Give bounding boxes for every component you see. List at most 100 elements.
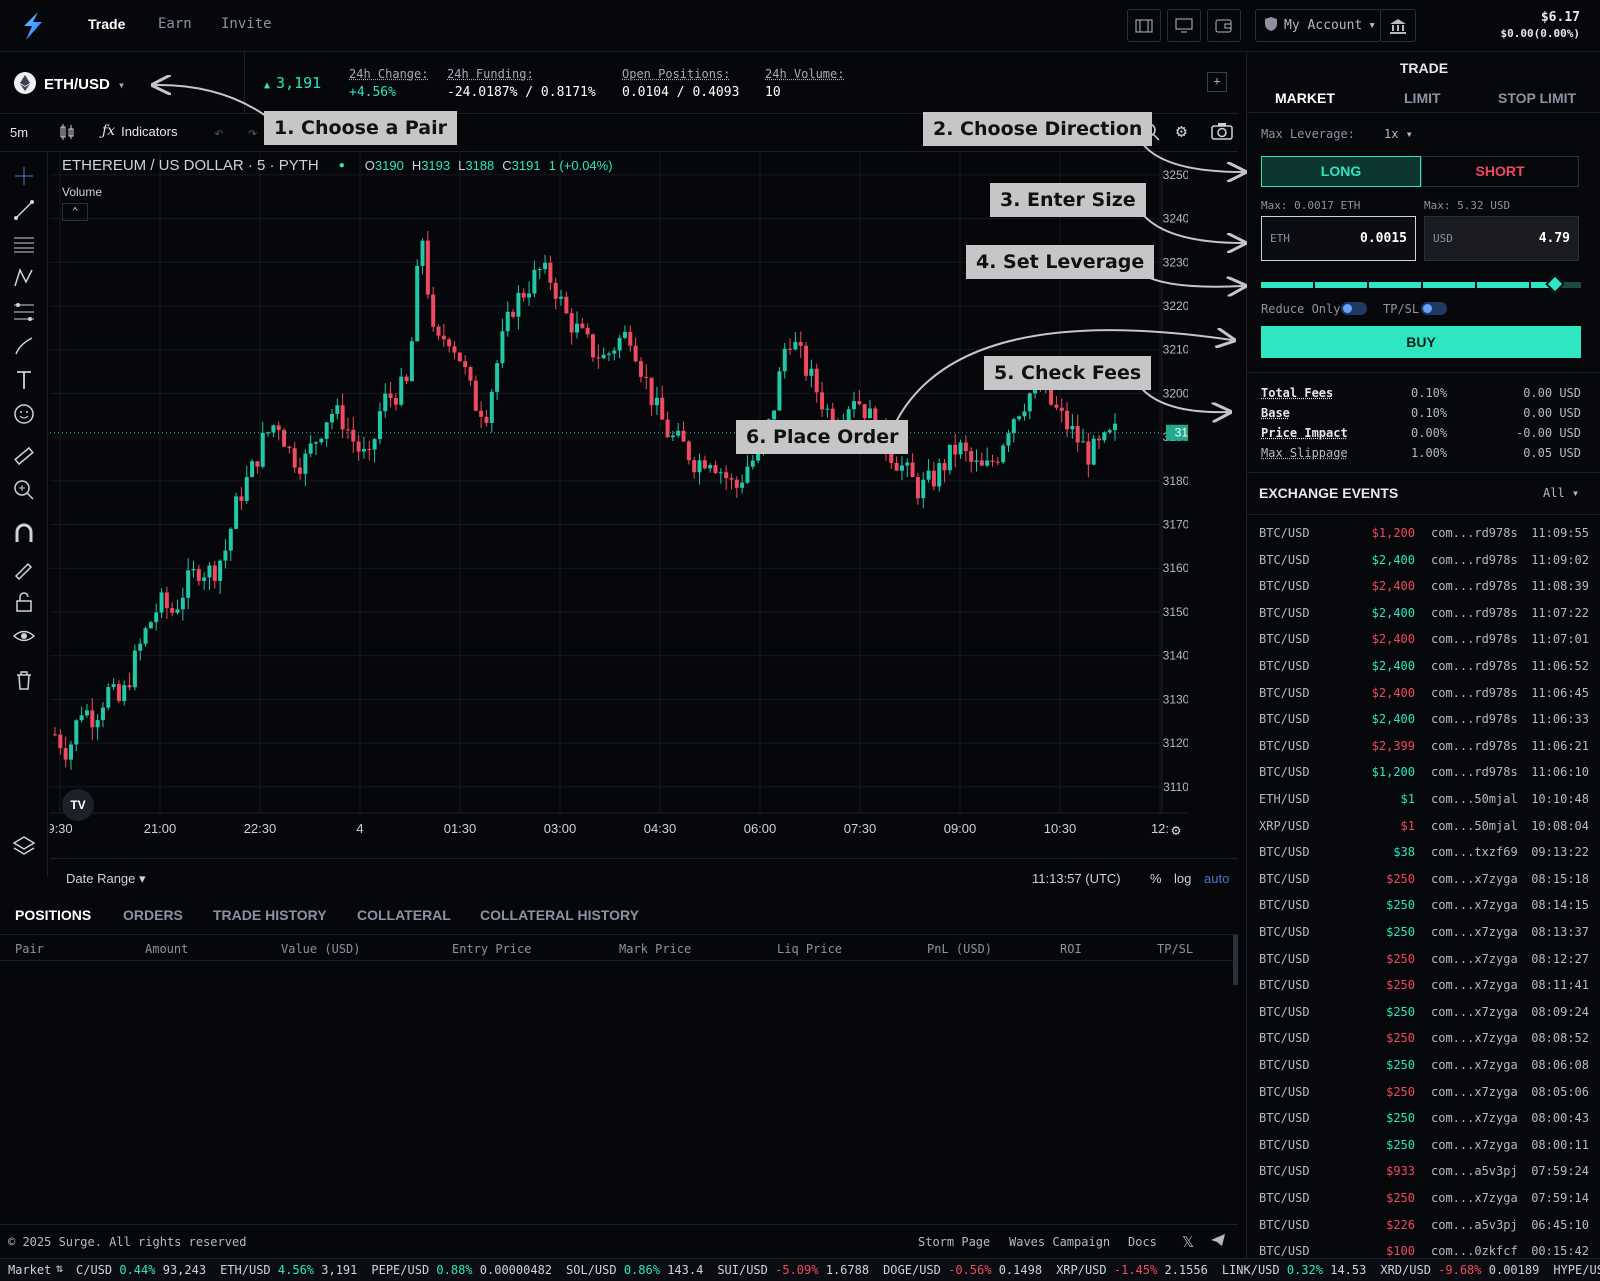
tab-positions[interactable]: POSITIONS	[15, 907, 91, 923]
ticker-item[interactable]: HYPE/USD 2.40% 34.96	[1553, 1263, 1600, 1277]
nav-trade[interactable]: Trade	[88, 16, 125, 32]
bank-icon[interactable]	[1380, 9, 1416, 42]
layout-icon[interactable]	[1127, 9, 1161, 42]
trend-line-icon[interactable]	[12, 198, 36, 222]
event-row[interactable]: BTC/USD $250 com...x7zyga 08:15:18	[1247, 866, 1600, 892]
ticker-item[interactable]: PEPE/USD 0.88% 0.00000482	[371, 1263, 552, 1277]
brush-icon[interactable]	[12, 334, 36, 358]
ticker-item[interactable]: XRP/USD -1.45% 2.1556	[1056, 1263, 1208, 1277]
event-row[interactable]: BTC/USD $250 com...x7zyga 08:12:27	[1247, 946, 1600, 972]
event-row[interactable]: ETH/USD $1 com...50mjal 10:10:48	[1247, 786, 1600, 812]
event-row[interactable]: BTC/USD $250 com...x7zyga 08:08:52	[1247, 1025, 1600, 1051]
tab-stop-limit[interactable]: STOP LIMIT	[1498, 90, 1576, 106]
my-account-button[interactable]: My Account ▾	[1255, 9, 1381, 42]
nav-invite[interactable]: Invite	[221, 16, 272, 32]
leverage-select[interactable]: 1x ▾	[1384, 127, 1413, 141]
event-row[interactable]: BTC/USD $2,400 com...rd978s 11:06:33	[1247, 706, 1600, 732]
leverage-slider-thumb[interactable]	[1545, 274, 1565, 294]
ticker-item[interactable]: XRD/USD -9.68% 0.00189	[1380, 1263, 1539, 1277]
crosshair-icon[interactable]	[12, 164, 36, 188]
event-row[interactable]: BTC/USD $933 com...a5v3pj 07:59:24	[1247, 1158, 1600, 1184]
event-row[interactable]: BTC/USD $2,400 com...rd978s 11:07:01	[1247, 626, 1600, 652]
footer-link-storm[interactable]: Storm Page	[918, 1235, 990, 1249]
short-button[interactable]: SHORT	[1421, 156, 1579, 187]
ticker-item[interactable]: SOL/USD 0.86% 143.4	[566, 1263, 703, 1277]
fib-icon[interactable]	[12, 300, 36, 324]
event-row[interactable]: BTC/USD $2,400 com...rd978s 11:07:22	[1247, 600, 1600, 626]
zoom-in-icon[interactable]	[12, 478, 36, 502]
event-row[interactable]: BTC/USD $226 com...a5v3pj 06:45:10	[1247, 1212, 1600, 1238]
event-row[interactable]: BTC/USD $1,200 com...rd978s 11:06:10	[1247, 759, 1600, 785]
event-row[interactable]: BTC/USD $2,400 com...rd978s 11:08:39	[1247, 573, 1600, 599]
event-row[interactable]: BTC/USD $250 com...x7zyga 08:00:43	[1247, 1105, 1600, 1131]
wallet-icon[interactable]	[1207, 9, 1241, 42]
pattern-icon[interactable]	[12, 266, 36, 290]
horizontal-lines-icon[interactable]	[12, 232, 36, 256]
ticker-item[interactable]: SUI/USD -5.09% 1.6788	[717, 1263, 869, 1277]
buy-button[interactable]: BUY	[1261, 326, 1581, 358]
lock-icon[interactable]	[12, 590, 36, 614]
undo-icon[interactable]: ↶	[214, 123, 224, 142]
candle-type-icon[interactable]	[58, 123, 76, 144]
usd-size-input[interactable]: USD 4.79	[1424, 216, 1579, 261]
surge-logo-icon[interactable]	[14, 8, 50, 44]
ruler-icon[interactable]	[12, 444, 36, 468]
tab-orders[interactable]: ORDERS	[123, 907, 183, 923]
long-button[interactable]: LONG	[1261, 156, 1421, 187]
auto-toggle[interactable]: auto	[1204, 871, 1229, 886]
redo-icon[interactable]: ↷	[248, 123, 258, 142]
event-row[interactable]: BTC/USD $2,400 com...rd978s 11:06:52	[1247, 653, 1600, 679]
axis-settings-icon[interactable]: ⚙	[1171, 821, 1180, 839]
text-icon[interactable]	[12, 368, 36, 392]
interval-button[interactable]: 5m	[10, 125, 28, 140]
event-row[interactable]: BTC/USD $250 com...x7zyga 08:14:15	[1247, 892, 1600, 918]
log-toggle[interactable]: log	[1174, 871, 1191, 886]
ticker-item[interactable]: C/USD 0.44% 93,243	[76, 1263, 206, 1277]
tab-limit[interactable]: LIMIT	[1404, 90, 1441, 106]
nav-earn[interactable]: Earn	[158, 16, 192, 32]
event-row[interactable]: BTC/USD $2,400 com...rd978s 11:09:02	[1247, 547, 1600, 573]
event-row[interactable]: BTC/USD $250 com...x7zyga 08:13:37	[1247, 919, 1600, 945]
event-row[interactable]: BTC/USD $2,399 com...rd978s 11:06:21	[1247, 733, 1600, 759]
percent-toggle[interactable]: %	[1150, 871, 1162, 886]
tab-trade-history[interactable]: TRADE HISTORY	[213, 907, 327, 923]
event-row[interactable]: BTC/USD $2,400 com...rd978s 11:06:45	[1247, 680, 1600, 706]
footer-link-waves[interactable]: Waves Campaign	[1009, 1235, 1110, 1249]
event-row[interactable]: BTC/USD $250 com...x7zyga 07:59:14	[1247, 1185, 1600, 1211]
events-filter[interactable]: All ▾	[1543, 486, 1579, 500]
footer-link-docs[interactable]: Docs	[1128, 1235, 1157, 1249]
leverage-slider[interactable]	[1261, 282, 1581, 288]
ticker-item[interactable]: LINK/USD 0.32% 14.53	[1222, 1263, 1367, 1277]
tradingview-logo-icon[interactable]: TV	[62, 789, 94, 821]
ticker-sort-icon[interactable]: ⇅	[56, 1261, 63, 1275]
event-row[interactable]: BTC/USD $250 com...x7zyga 08:05:06	[1247, 1079, 1600, 1105]
ticker-item[interactable]: DOGE/USD -0.56% 0.1498	[883, 1263, 1042, 1277]
eye-icon[interactable]	[12, 624, 36, 648]
date-range-button[interactable]: Date Range ▾	[66, 871, 146, 887]
emoji-icon[interactable]	[12, 402, 36, 426]
event-row[interactable]: BTC/USD $100 com...0zkfcf 00:15:42	[1247, 1238, 1600, 1258]
settings-gear-icon[interactable]: ⚙	[1176, 121, 1187, 142]
layers-icon[interactable]	[12, 834, 36, 858]
event-row[interactable]: XRP/USD $1 com...50mjal 10:08:04	[1247, 813, 1600, 839]
event-row[interactable]: BTC/USD $250 com...x7zyga 08:09:24	[1247, 999, 1600, 1025]
tab-collateral[interactable]: COLLATERAL	[357, 907, 451, 923]
event-row[interactable]: BTC/USD $38 com...txzf69 09:13:22	[1247, 839, 1600, 865]
event-row[interactable]: BTC/USD $250 com...x7zyga 08:00:11	[1247, 1132, 1600, 1158]
event-row[interactable]: BTC/USD $250 com...x7zyga 08:11:41	[1247, 972, 1600, 998]
event-row[interactable]: BTC/USD $1,200 com...rd978s 11:09:55	[1247, 520, 1600, 546]
telegram-icon[interactable]	[1210, 1233, 1226, 1250]
tab-market[interactable]: MARKET	[1275, 90, 1335, 106]
tpsl-toggle[interactable]	[1421, 302, 1447, 315]
camera-icon[interactable]	[1211, 122, 1233, 143]
magnet-icon[interactable]	[12, 522, 36, 546]
collapse-icon[interactable]: ⌃	[62, 203, 88, 221]
reduce-only-toggle[interactable]	[1341, 302, 1367, 315]
eth-size-input[interactable]: ETH 0.0015	[1261, 216, 1416, 261]
monitor-icon[interactable]	[1167, 9, 1201, 42]
lock-pencil-icon[interactable]	[12, 556, 36, 580]
scrollbar[interactable]	[1233, 935, 1238, 985]
trash-icon[interactable]	[12, 668, 36, 692]
tab-collateral-history[interactable]: COLLATERAL HISTORY	[480, 907, 639, 923]
pair-selector[interactable]: ETH/USD ▾	[14, 72, 125, 97]
